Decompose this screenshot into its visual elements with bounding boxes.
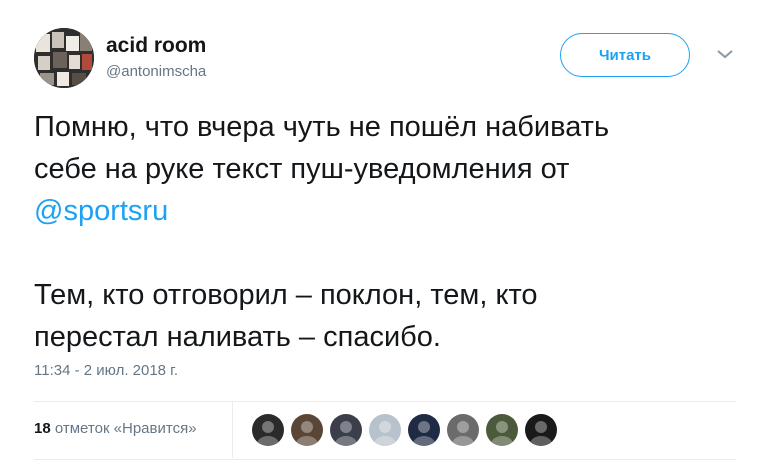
tweet-text-line: Тем, кто отговорил – поклон, тем, кто	[34, 279, 538, 311]
liker-avatar-3[interactable]	[330, 414, 362, 446]
liker-avatar-5[interactable]	[408, 414, 440, 446]
liker-avatar-7[interactable]	[486, 414, 518, 446]
liker-avatar-8[interactable]	[525, 414, 557, 446]
liker-avatar-6[interactable]	[447, 414, 479, 446]
likes-number: 18	[34, 420, 51, 437]
likes-label: отметок «Нравится»	[50, 420, 197, 437]
stats-divider	[232, 402, 233, 458]
tweet-text-line: себе на руке текст пуш-уведомления от	[34, 153, 570, 185]
author-handle[interactable]: @antonimscha	[106, 62, 206, 82]
tweet-text-line: Помню, что вчера чуть не пошёл набивать	[34, 111, 610, 143]
divider	[34, 459, 736, 460]
tweet-stats: 18 отметок «Нравится»	[34, 402, 736, 458]
likes-count[interactable]: 18 отметок «Нравится»	[34, 420, 197, 437]
likers-list	[252, 414, 557, 446]
follow-button[interactable]: Читать	[560, 33, 690, 77]
author-names: acid room @antonimscha	[106, 34, 206, 82]
tweet-timestamp[interactable]: 11:34 - 2 июл. 2018 г.	[34, 362, 178, 379]
tweet-text-line: перестал наливать – спасибо.	[34, 321, 441, 353]
tweet-text: Помню, что вчера чуть не пошёл набивать …	[34, 106, 744, 358]
chevron-down-icon[interactable]	[716, 48, 734, 60]
tweet-card: acid room @antonimscha Читать Помню, что…	[0, 0, 770, 466]
liker-avatar-1[interactable]	[252, 414, 284, 446]
liker-avatar-4[interactable]	[369, 414, 401, 446]
liker-avatar-2[interactable]	[291, 414, 323, 446]
mention-link[interactable]: @sportsru	[34, 195, 168, 227]
author-display-name[interactable]: acid room	[106, 34, 206, 58]
author-avatar[interactable]	[34, 28, 94, 88]
tweet-header: acid room @antonimscha Читать	[34, 28, 746, 92]
avatar-image	[34, 28, 94, 88]
